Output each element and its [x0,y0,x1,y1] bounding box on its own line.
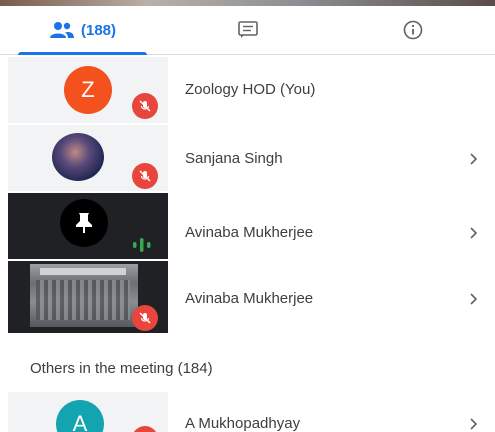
mic-off-icon [132,426,158,432]
speaking-icon [133,238,151,252]
participant-tile: A [8,392,168,432]
participant-name: A Mukhopadhyay [185,415,301,432]
participant-row[interactable]: Avinaba Mukherjee [0,193,495,259]
shared-screen-thumbnail [30,264,138,327]
mic-off-icon [132,305,158,331]
avatar: A [56,400,104,432]
participant-name: Sanjana Singh [185,150,283,167]
mic-off-icon [132,163,158,189]
info-icon [403,20,422,40]
chat-icon [237,21,258,38]
participant-row[interactable]: A A Mukhopadhyay [0,392,495,432]
avatar: Z [64,66,112,114]
chevron-right-icon[interactable] [469,417,479,431]
panel-tabs: (188) [0,6,495,55]
participant-name: Avinaba Mukherjee [185,290,314,307]
participant-name: Avinaba Mukherjee [185,224,314,241]
people-icon [49,22,74,38]
participant-tile [8,193,168,259]
participant-row[interactable]: Sanjana Singh [0,125,495,191]
chevron-right-icon[interactable] [469,226,479,240]
chevron-right-icon[interactable] [469,152,479,166]
others-section-title: Others in the meeting (184) [30,360,213,377]
participant-tile [8,125,168,191]
pin-icon [76,213,92,233]
tab-info[interactable] [330,6,495,54]
participant-count: (188) [80,21,117,39]
avatar [52,133,104,181]
participant-row[interactable]: Z Zoology HOD (You) [0,57,495,123]
avatar [60,199,108,247]
chevron-right-icon[interactable] [469,292,479,306]
tab-people[interactable]: (188) [0,6,165,55]
participant-row[interactable]: Avinaba Mukherjee [0,261,495,333]
mic-off-icon [132,93,158,119]
tab-chat[interactable] [165,6,330,54]
participant-tile: Z [8,57,168,123]
participant-name: Zoology HOD (You) [185,81,316,98]
participant-tile [8,261,168,333]
